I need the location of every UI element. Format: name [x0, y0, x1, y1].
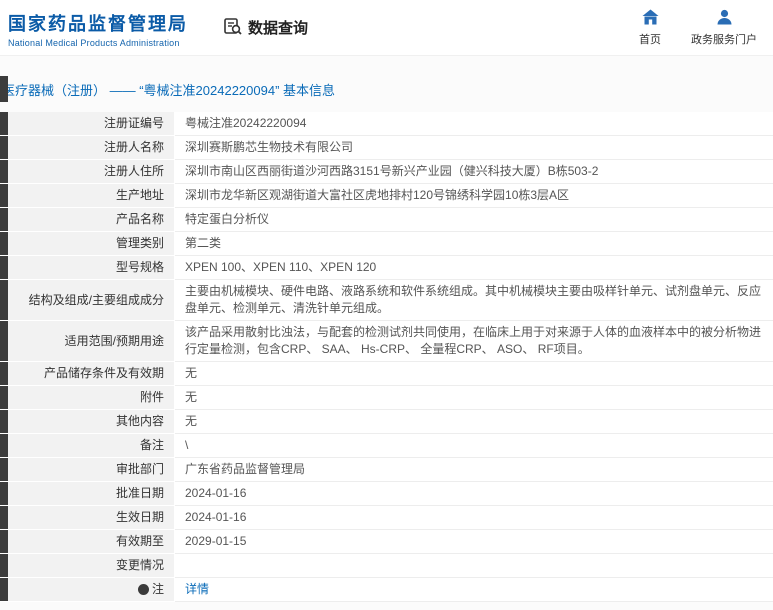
row-label: 附件	[8, 386, 175, 410]
row-value: 2024-01-16	[175, 506, 773, 530]
person-icon	[716, 9, 733, 28]
left-edge-cell	[0, 136, 8, 160]
row-value: 粤械注准20242220094	[175, 112, 773, 136]
row-label: 注册人名称	[8, 136, 175, 160]
table-row: 变更情况	[0, 554, 773, 578]
table-row: 注详情	[0, 578, 773, 602]
left-edge-cell	[0, 530, 8, 554]
row-value: 2024-01-16	[175, 482, 773, 506]
row-label: 备注	[8, 434, 175, 458]
table-row: 管理类别 第二类	[0, 232, 773, 256]
table-row: 型号规格 XPEN 100、XPEN 110、XPEN 120	[0, 256, 773, 280]
left-edge-cell	[0, 434, 8, 458]
table-row: 产品储存条件及有效期无	[0, 362, 773, 386]
table-row: 注册人住所 深圳市南山区西丽街道沙河西路3151号新兴产业园（健兴科技大厦）B栋5…	[0, 160, 773, 184]
left-edge-cell	[0, 112, 8, 136]
row-label: 结构及组成/主要组成成分	[8, 280, 175, 321]
table-row: 注册人名称 深圳赛斯鹏芯生物技术有限公司	[0, 136, 773, 160]
table-row: 注册证编号 粤械注准20242220094	[0, 112, 773, 136]
left-edge-cell	[0, 482, 8, 506]
row-value: XPEN 100、XPEN 110、XPEN 120	[175, 256, 773, 280]
row-label: 变更情况	[8, 554, 175, 578]
row-label: 管理类别	[8, 232, 175, 256]
left-edge-cell	[0, 362, 8, 386]
data-query-icon	[224, 17, 242, 39]
left-edge-cell	[0, 554, 8, 578]
row-value: 无	[175, 410, 773, 434]
nav-portal-label: 政务服务门户	[691, 33, 757, 46]
left-edge-cell	[0, 208, 8, 232]
row-label: 型号规格	[8, 256, 175, 280]
row-value: 深圳市南山区西丽街道沙河西路3151号新兴产业园（健兴科技大厦）B栋503-2	[175, 160, 773, 184]
left-edge-cell	[0, 458, 8, 482]
table-row: 生产地址 深圳市龙华新区观湖街道大富社区虎地排村120号锦绣科学园10栋3层A区	[0, 184, 773, 208]
row-value: 第二类	[175, 232, 773, 256]
row-label: 注册证编号	[8, 112, 175, 136]
table-row: 生效日期 2024-01-16	[0, 506, 773, 530]
left-edge-cell	[0, 321, 8, 362]
row-value: \	[175, 434, 773, 458]
row-value: 无	[175, 386, 773, 410]
breadcrumb: 医疗器械（注册） —— “粤械注准20242220094” 基本信息	[2, 82, 336, 98]
row-value: 主要由机械模块、硬件电路、液路系统和软件系统组成。其中机械模块主要由吸样针单元、…	[175, 280, 773, 321]
table-row: 备注 \	[0, 434, 773, 458]
note-icon	[137, 584, 149, 595]
top-bar: 国家药品监督管理局 National Medical Products Admi…	[0, 0, 773, 56]
table-row: 审批部门 广东省药品监督管理局	[0, 458, 773, 482]
info-table: 注册证编号 粤械注准20242220094 注册人名称 深圳赛斯鹏芯生物技术有限公司注…	[0, 112, 773, 602]
row-value: 2029-01-15	[175, 530, 773, 554]
breadcrumb-row: 医疗器械（注册） —— “粤械注准20242220094” 基本信息	[0, 76, 773, 102]
row-label: 其他内容	[8, 410, 175, 434]
left-edge-cell	[0, 184, 8, 208]
row-label: 批准日期	[8, 482, 175, 506]
row-value	[175, 554, 773, 578]
table-row: 附件无	[0, 386, 773, 410]
agency-title-en: National Medical Products Administration	[8, 37, 180, 48]
left-edge-cell	[0, 280, 8, 321]
left-edge-cell	[0, 410, 8, 434]
top-nav: 首页 政务服务门户	[639, 9, 773, 47]
table-row: 产品名称 特定蛋白分析仪	[0, 208, 773, 232]
row-label: 生效日期	[8, 506, 175, 530]
detail-link[interactable]: 详情	[185, 581, 209, 598]
row-value: 无	[175, 362, 773, 386]
left-edge-cell	[0, 160, 8, 184]
row-value: 特定蛋白分析仪	[175, 208, 773, 232]
row-value: 该产品采用散射比浊法，与配套的检测试剂共同使用，在临床上用于对来源于人体的血液样…	[175, 321, 773, 362]
row-value: 深圳市龙华新区观湖街道大富社区虎地排村120号锦绣科学园10栋3层A区	[175, 184, 773, 208]
nav-portal[interactable]: 政务服务门户	[691, 9, 757, 47]
table-row: 结构及组成/主要组成成分 主要由机械模块、硬件电路、液路系统和软件系统组成。其中机…	[0, 280, 773, 321]
row-label: 审批部门	[8, 458, 175, 482]
section-title: 数据查询	[224, 17, 308, 39]
row-label: 适用范围/预期用途	[8, 321, 175, 362]
row-label: 注	[8, 578, 175, 602]
row-label: 产品储存条件及有效期	[8, 362, 175, 386]
left-edge-cell	[0, 232, 8, 256]
left-edge-cell	[0, 578, 8, 602]
row-value: 深圳赛斯鹏芯生物技术有限公司	[175, 136, 773, 160]
agency-title-cn: 国家药品监督管理局	[8, 13, 188, 34]
row-value: 广东省药品监督管理局	[175, 458, 773, 482]
left-edge-cell	[0, 256, 8, 280]
row-label: 生产地址	[8, 184, 175, 208]
left-edge-cell	[0, 506, 8, 530]
left-edge-strip	[0, 76, 8, 102]
nav-home-label: 首页	[639, 33, 661, 46]
nav-home[interactable]: 首页	[639, 9, 661, 47]
table-row: 其他内容无	[0, 410, 773, 434]
table-row: 批准日期 2024-01-16	[0, 482, 773, 506]
home-icon	[642, 9, 659, 28]
table-row: 适用范围/预期用途 该产品采用散射比浊法，与配套的检测试剂共同使用，在临床上用于对…	[0, 321, 773, 362]
row-label: 有效期至	[8, 530, 175, 554]
left-edge-cell	[0, 386, 8, 410]
row-value: 详情	[175, 578, 773, 602]
table-row: 有效期至 2029-01-15	[0, 530, 773, 554]
section-title-label: 数据查询	[248, 20, 309, 37]
agency-logo: 国家药品监督管理局 National Medical Products Admi…	[0, 8, 188, 48]
row-label: 产品名称	[8, 208, 175, 232]
row-label: 注册人住所	[8, 160, 175, 184]
